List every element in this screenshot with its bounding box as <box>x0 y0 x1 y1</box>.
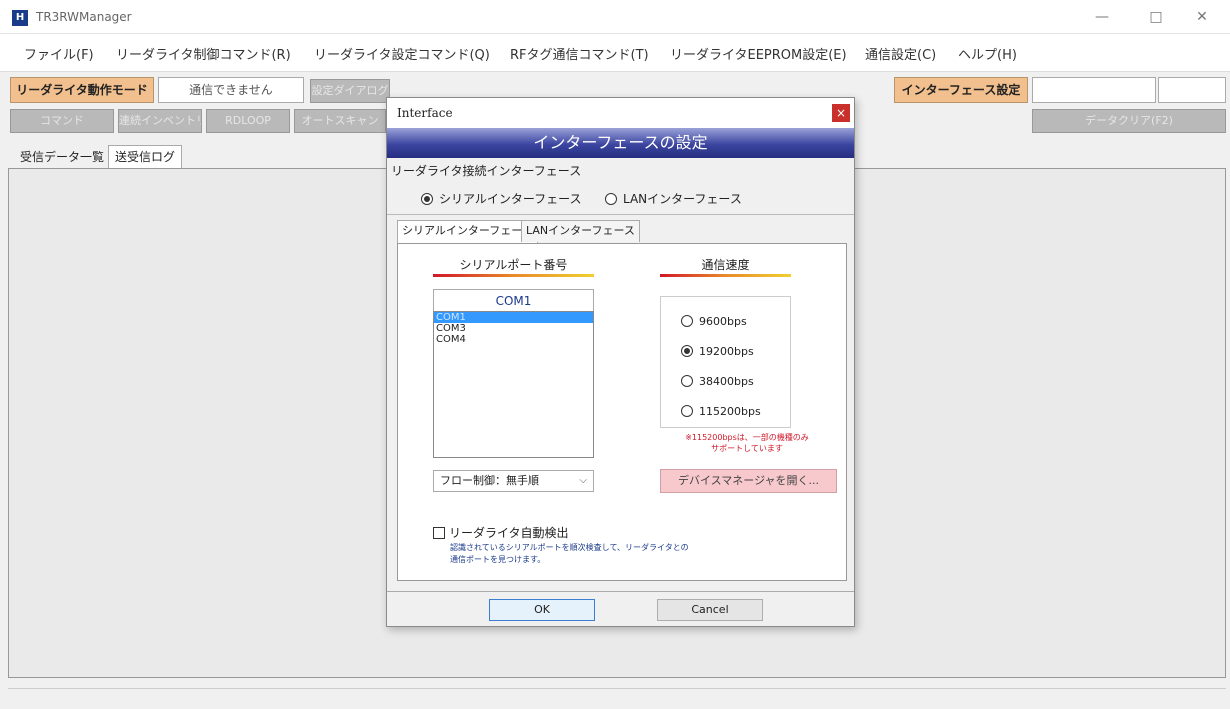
ok-button[interactable]: OK <box>489 599 595 621</box>
port-list-item[interactable]: COM4 <box>434 334 593 345</box>
port-list-item[interactable]: COM1 <box>434 312 593 323</box>
radio-checked-icon[interactable] <box>681 345 693 357</box>
interface-settings-button[interactable]: インターフェース設定 <box>894 77 1028 103</box>
speed-label: 9600bps <box>699 315 747 328</box>
interface-field-1 <box>1032 77 1156 103</box>
minimize-icon[interactable]: — <box>1084 6 1120 28</box>
speed-label: 115200bps <box>699 405 761 418</box>
serial-panel: シリアルポート番号 通信速度 COM1 COM1 COM3 COM4 フロー制御… <box>397 243 847 581</box>
menu-reader-settings[interactable]: リーダライタ設定コマンド(Q) <box>314 44 490 63</box>
close-icon[interactable]: ✕ <box>1184 6 1220 28</box>
port-title-underline <box>433 274 594 277</box>
status-field: 通信できません <box>158 77 304 103</box>
app-title: TR3RWManager <box>36 10 132 24</box>
flow-control-value: フロー制御：無手順 <box>440 474 539 487</box>
dialog-close-icon[interactable]: × <box>832 104 850 122</box>
current-port-display: COM1 <box>433 289 594 311</box>
auto-detect-checkbox[interactable]: リーダライタ自動検出 <box>433 524 569 541</box>
dialog-title-bar: Interface × <box>387 98 854 128</box>
rdloop-button[interactable]: RDLOOP <box>206 109 290 133</box>
cancel-button[interactable]: Cancel <box>657 599 763 621</box>
status-bar <box>8 688 1226 706</box>
port-list-item[interactable]: COM3 <box>434 323 593 334</box>
checkbox-icon[interactable] <box>433 527 445 539</box>
port-list[interactable]: COM1 COM3 COM4 <box>433 311 594 458</box>
connection-group-label: リーダライタ接続インターフェース <box>391 164 582 178</box>
interface-dialog: Interface × インターフェースの設定 リーダライタ接続インターフェース… <box>386 97 855 627</box>
autoscan-button[interactable]: オートスキャン <box>294 109 386 133</box>
app-icon: H <box>12 10 28 26</box>
mode-button[interactable]: リーダライタ動作モード <box>10 77 154 103</box>
speed-note-line: サポートしています <box>711 444 783 453</box>
device-manager-button[interactable]: デバイスマネージャを開く... <box>660 469 837 493</box>
auto-detect-desc-line: 通信ポートを見つけます。 <box>450 555 546 564</box>
tab-received-list[interactable]: 受信データ一覧 <box>14 146 110 168</box>
dialog-title: Interface <box>397 106 453 120</box>
chevron-down-icon[interactable]: ⌵ <box>579 471 587 491</box>
speed-options: 9600bps 19200bps 38400bps 115200bps <box>660 296 791 428</box>
dialog-divider <box>387 591 854 592</box>
command-button[interactable]: コマンド <box>10 109 114 133</box>
dialog-header: インターフェースの設定 <box>387 128 854 158</box>
menu-bar: ファイル(F) リーダライタ制御コマンド(R) リーダライタ設定コマンド(Q) … <box>0 34 1230 72</box>
menu-eeprom[interactable]: リーダライタEEPROM設定(E) <box>670 44 847 63</box>
speed-note-line: ※115200bpsは、一部の機種のみ <box>685 433 809 442</box>
speed-label: 38400bps <box>699 375 754 388</box>
radio-lan[interactable]: LANインターフェース <box>605 190 742 207</box>
flow-control-select[interactable]: フロー制御：無手順 ⌵ <box>433 470 594 492</box>
radio-serial[interactable]: シリアルインターフェース <box>421 190 582 207</box>
inventory-button[interactable]: 連続インベントリ <box>118 109 202 133</box>
radio-unchecked-icon[interactable] <box>681 405 693 417</box>
menu-file[interactable]: ファイル(F) <box>24 44 94 63</box>
title-bar: H TR3RWManager — □ ✕ <box>0 0 1230 34</box>
menu-comm-settings[interactable]: 通信設定(C) <box>865 44 936 63</box>
menu-reader-control[interactable]: リーダライタ制御コマンド(R) <box>116 44 291 63</box>
radio-unchecked-icon[interactable] <box>605 193 617 205</box>
auto-detect-desc-line: 認識されているシリアルポートを順次検査して、リーダライタとの <box>450 543 689 552</box>
menu-help[interactable]: ヘルプ(H) <box>958 44 1017 63</box>
speed-note: ※115200bpsは、一部の機種のみ サポートしています <box>652 432 842 454</box>
radio-checked-icon[interactable] <box>421 193 433 205</box>
speed-option[interactable]: 19200bps <box>681 345 754 358</box>
divider <box>387 214 854 215</box>
radio-serial-label: シリアルインターフェース <box>439 192 582 206</box>
auto-detect-label: リーダライタ自動検出 <box>449 526 569 540</box>
clear-data-button[interactable]: データクリア(F2) <box>1032 109 1226 133</box>
settings-dialog-button[interactable]: 設定ダイアログ <box>310 79 390 103</box>
tab-serial[interactable]: シリアルインターフェース <box>397 220 538 244</box>
speed-label: 19200bps <box>699 345 754 358</box>
speed-option[interactable]: 9600bps <box>681 315 747 328</box>
interface-field-2 <box>1158 77 1226 103</box>
speed-title-underline <box>660 274 791 277</box>
radio-unchecked-icon[interactable] <box>681 315 693 327</box>
speed-option[interactable]: 115200bps <box>681 405 761 418</box>
menu-rftag[interactable]: RFタグ通信コマンド(T) <box>510 44 649 63</box>
maximize-icon[interactable]: □ <box>1138 6 1174 28</box>
tab-lan[interactable]: LANインターフェース <box>521 220 640 242</box>
radio-lan-label: LANインターフェース <box>623 192 742 206</box>
radio-unchecked-icon[interactable] <box>681 375 693 387</box>
speed-option[interactable]: 38400bps <box>681 375 754 388</box>
tab-log[interactable]: 送受信ログ <box>108 145 183 168</box>
auto-detect-description: 認識されているシリアルポートを順次検査して、リーダライタとの 通信ポートを見つけ… <box>450 542 689 566</box>
speed-title: 通信速度 <box>701 258 750 272</box>
port-title: シリアルポート番号 <box>459 258 568 272</box>
